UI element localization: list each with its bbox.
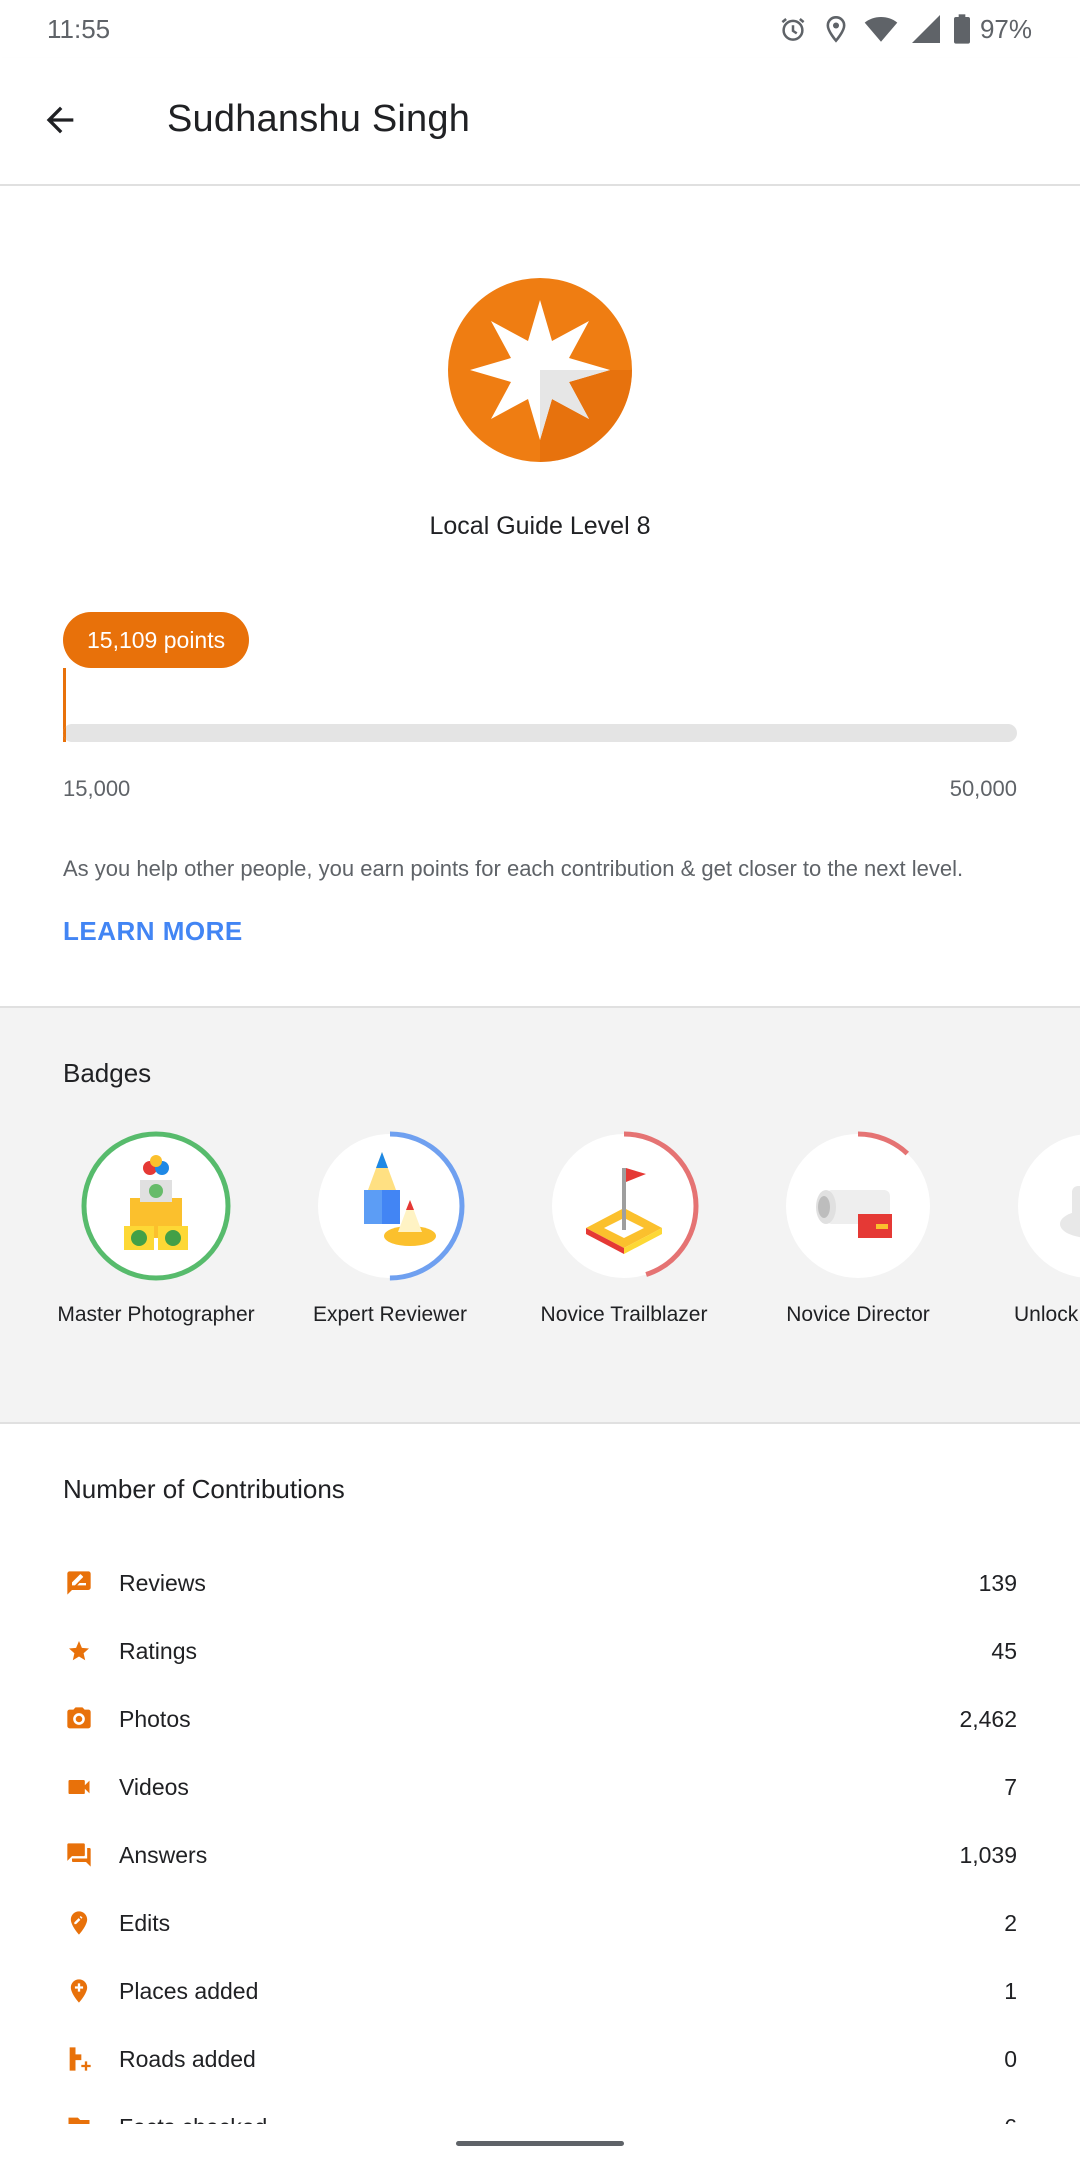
contribution-row-videos[interactable]: Videos 7 xyxy=(63,1762,1017,1812)
badge-novice-director[interactable]: Novice Director xyxy=(758,1128,958,1327)
add-place-icon xyxy=(63,1975,95,2007)
contribution-label: Ratings xyxy=(119,1637,197,1664)
fact-check-icon xyxy=(63,2111,95,2124)
learn-more-link[interactable]: LEARN MORE xyxy=(63,916,243,947)
locked-badge-icon xyxy=(1012,1128,1080,1284)
gesture-nav-handle[interactable] xyxy=(456,2141,624,2146)
review-icon xyxy=(63,1567,95,1599)
camera-tower-icon xyxy=(78,1128,234,1284)
badge-novice-trailblazer[interactable]: Novice Trailblazer xyxy=(524,1128,724,1327)
contributions-title: Number of Contributions xyxy=(63,1474,345,1504)
page-title: Sudhanshu Singh xyxy=(167,98,471,140)
contributions-section: Number of Contributions Reviews 139 Rati… xyxy=(0,1424,1080,2124)
contribution-count: 139 xyxy=(978,1569,1017,1596)
star-icon xyxy=(63,1635,95,1667)
add-road-icon xyxy=(63,2043,95,2075)
contribution-count: 2,462 xyxy=(959,1705,1017,1732)
contribution-label: Facts checked xyxy=(119,2114,1004,2125)
wifi-icon xyxy=(864,14,898,44)
battery-icon xyxy=(953,14,970,44)
edit-place-icon xyxy=(63,1907,95,1939)
video-camera-icon xyxy=(780,1128,936,1284)
points-badge: 15,109 points xyxy=(63,612,250,668)
contribution-label: Reviews xyxy=(119,1569,206,1596)
contribution-row-photos[interactable]: Photos 2,462 xyxy=(63,1694,1017,1744)
camera-icon xyxy=(63,1703,95,1735)
contribution-count: 7 xyxy=(1004,1773,1017,1800)
badges-section: Badges Master Photographer Expert Review… xyxy=(0,1006,1080,1424)
contribution-label: Roads added xyxy=(119,2045,256,2072)
contribution-row-facts-checked[interactable]: Facts checked 6 xyxy=(63,2102,1017,2124)
contribution-row-roads-added[interactable]: Roads added 0 xyxy=(63,2034,1017,2084)
contribution-count: 1 xyxy=(1004,1977,1017,2004)
badges-title: Badges xyxy=(63,1058,152,1088)
signal-icon xyxy=(911,15,940,43)
forum-icon xyxy=(63,1839,95,1871)
level-progress-bar xyxy=(63,724,1017,742)
local-guide-badge-icon xyxy=(448,278,632,462)
level-title: Local Guide Level 8 xyxy=(429,512,651,540)
location-icon xyxy=(822,14,850,44)
flag-map-icon xyxy=(546,1128,702,1284)
badge-label: Master Photographer xyxy=(57,1303,255,1326)
badge-label: Expert Reviewer xyxy=(312,1303,468,1326)
contribution-count: 6 xyxy=(1004,2114,1017,2125)
progress-range-min: 15,000 xyxy=(63,776,131,801)
badge-master-photographer[interactable]: Master Photographer xyxy=(56,1128,256,1327)
videocam-icon xyxy=(63,1771,95,1803)
badge-label: Novice Director xyxy=(786,1303,930,1326)
badge-label: Novice Trailblazer xyxy=(540,1303,708,1326)
contribution-count: 1,039 xyxy=(959,1841,1017,1868)
progress-range-max: 50,000 xyxy=(949,776,1017,801)
contribution-count: 2 xyxy=(1004,1909,1017,1936)
badge-expert-reviewer[interactable]: Expert Reviewer xyxy=(290,1128,490,1327)
contribution-label: Places added xyxy=(119,1977,259,2004)
status-bar: 11:55 97% xyxy=(0,0,1080,58)
contribution-count: 0 xyxy=(1004,2045,1017,2072)
status-icons: 97% xyxy=(778,10,1032,48)
level-description: As you help other people, you earn point… xyxy=(63,856,964,881)
status-time: 11:55 xyxy=(47,14,111,44)
contribution-row-reviews[interactable]: Reviews 139 xyxy=(63,1558,1017,1608)
contribution-row-answers[interactable]: Answers 1,039 xyxy=(63,1830,1017,1880)
contribution-label: Photos xyxy=(119,1705,191,1732)
arrow-back-icon xyxy=(40,100,80,145)
app-bar: Sudhanshu Singh xyxy=(0,58,1080,186)
contribution-label: Videos xyxy=(119,1773,189,1800)
contribution-label: Edits xyxy=(119,1909,171,1936)
contribution-row-edits[interactable]: Edits 2 xyxy=(63,1898,1017,1948)
badge-label: Unlock F xyxy=(1014,1303,1080,1326)
contribution-count: 45 xyxy=(991,1637,1017,1664)
alarm-icon xyxy=(778,14,808,44)
level-section: Local Guide Level 8 15,109 points 15,000… xyxy=(0,186,1080,1008)
back-button[interactable] xyxy=(30,92,90,152)
contribution-label: Answers xyxy=(119,1841,208,1868)
pencil-review-icon xyxy=(312,1128,468,1284)
contribution-row-places-added[interactable]: Places added 1 xyxy=(63,1966,1017,2016)
battery-percent: 97% xyxy=(979,13,1032,44)
badge-unlock[interactable]: Unlock F xyxy=(990,1128,1080,1327)
contribution-row-ratings[interactable]: Ratings 45 xyxy=(63,1626,1017,1676)
